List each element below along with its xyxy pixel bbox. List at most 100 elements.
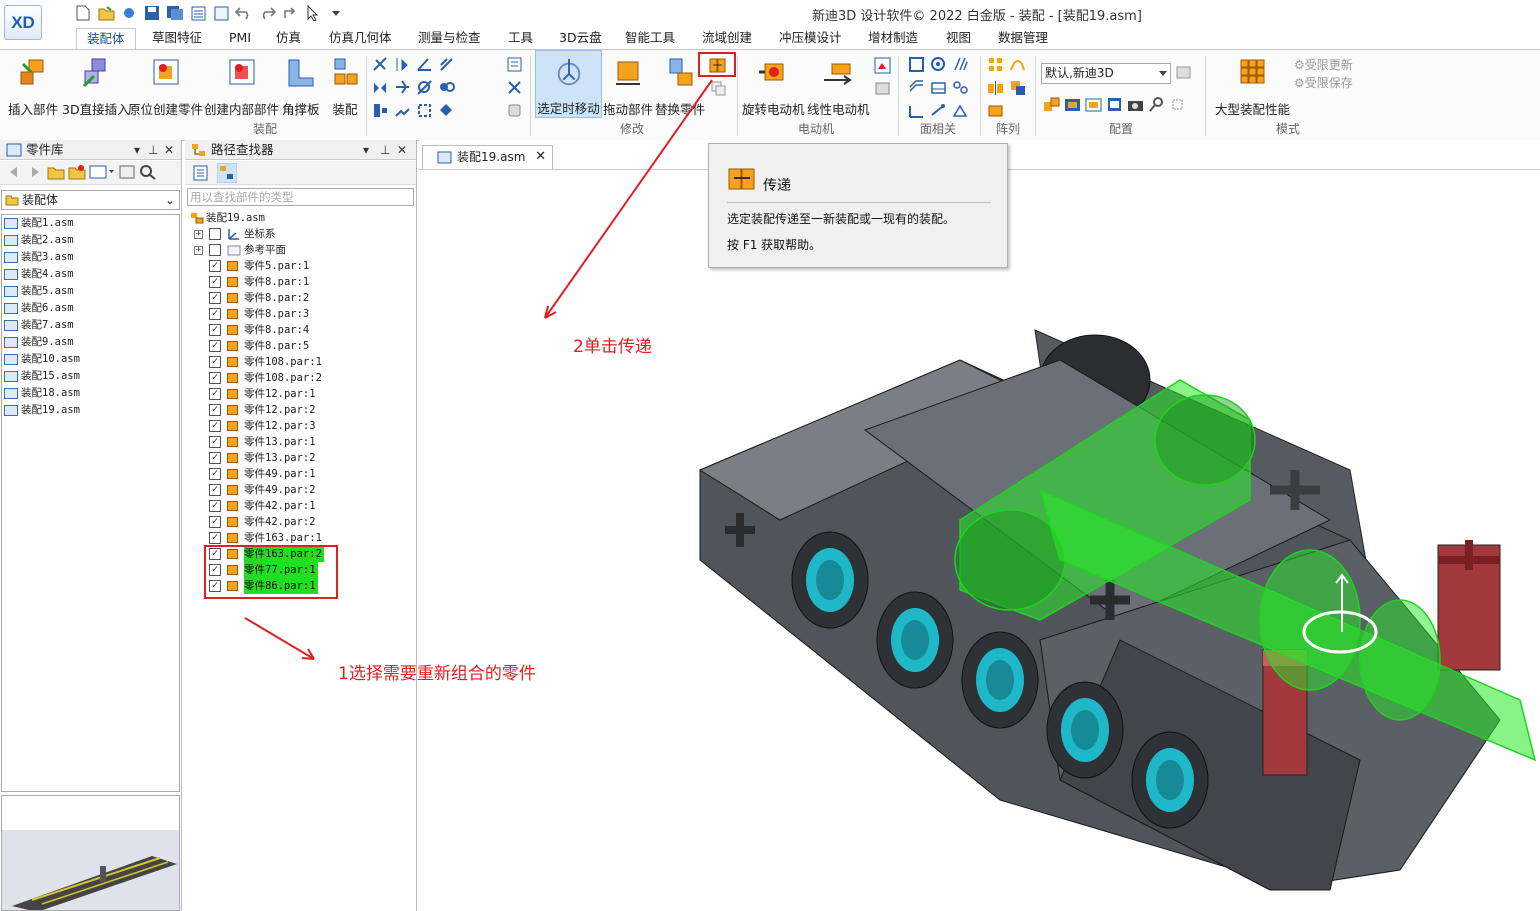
capture-fit-icon[interactable] <box>506 102 523 119</box>
part-visibility-checkbox[interactable]: ✓ <box>209 404 221 416</box>
tree-reference-planes[interactable]: + 参考平面 <box>185 242 417 258</box>
tree-part-row[interactable]: ✓ 零件49.par:2 <box>185 482 417 498</box>
face-tangent-icon[interactable] <box>930 79 947 96</box>
part-visibility-checkbox[interactable]: ✓ <box>209 532 221 544</box>
tab-pmi[interactable]: PMI <box>229 28 251 50</box>
tab-view[interactable]: 视图 <box>946 28 971 50</box>
axial-align-icon[interactable] <box>394 79 411 96</box>
mirror-component-icon[interactable] <box>987 79 1004 96</box>
create-internal-part-button[interactable]: 创建内部部件 <box>204 50 279 118</box>
tab-domain-create[interactable]: 流域创建 <box>702 28 752 50</box>
config-zone-icon[interactable] <box>1085 96 1102 113</box>
mate-icon[interactable] <box>372 56 389 73</box>
tab-simulation[interactable]: 仿真 <box>276 28 301 50</box>
config-assembly-icon[interactable] <box>1043 96 1060 113</box>
pin-icon[interactable]: ⊥ <box>380 140 390 160</box>
planar-align-icon[interactable] <box>394 102 411 119</box>
insert-relation-icon[interactable] <box>372 102 389 119</box>
tab-3d-cloud[interactable]: 3D云盘 <box>559 28 602 50</box>
pattern-extra-icon[interactable] <box>987 102 1004 119</box>
tree-part-row[interactable]: ✓ 零件13.par:1 <box>185 434 417 450</box>
part-visibility-checkbox[interactable]: ✓ <box>209 308 221 320</box>
flash-fit-icon[interactable] <box>506 79 523 96</box>
tab-assembly[interactable]: 装配体 <box>76 28 136 50</box>
symmetric-icon[interactable] <box>372 79 389 96</box>
motor-settings-icon[interactable] <box>874 81 891 96</box>
linear-motor-button[interactable]: 线性电动机 <box>807 50 870 118</box>
relation-list-icon[interactable] <box>506 56 523 73</box>
library-item[interactable]: 装配7.asm <box>2 317 179 334</box>
customize-qat-icon[interactable] <box>327 5 345 22</box>
face-symmetric-icon[interactable] <box>952 79 969 96</box>
disperse-icon[interactable] <box>711 81 726 96</box>
gusset-button[interactable]: 角撑板 <box>282 50 320 118</box>
config-view-icon[interactable] <box>1106 96 1123 113</box>
library-item[interactable]: 装配18.asm <box>2 385 179 402</box>
simulate-motor-icon[interactable] <box>874 57 891 74</box>
part-visibility-checkbox[interactable]: ✓ <box>209 260 221 272</box>
select-cursor-icon[interactable] <box>304 5 322 22</box>
library-item[interactable]: 装配15.asm <box>2 368 179 385</box>
insert-part-button[interactable]: 插入部件 <box>8 50 58 118</box>
along-curve-icon[interactable] <box>1009 56 1026 73</box>
tree-part-row[interactable]: ✓ 零件108.par:1 <box>185 354 417 370</box>
up-folder-icon[interactable] <box>47 164 65 180</box>
library-item[interactable]: 装配6.asm <box>2 300 179 317</box>
face-perpendicular-icon[interactable] <box>908 102 925 119</box>
forward-icon[interactable] <box>26 164 44 180</box>
angle-icon[interactable] <box>416 56 433 73</box>
save-all-icon[interactable] <box>166 5 184 22</box>
coordinate-systems-checkbox[interactable] <box>209 228 221 240</box>
new-file-icon[interactable] <box>74 5 92 22</box>
tree-part-row[interactable]: ✓ 零件5.par:1 <box>185 258 417 274</box>
tree-part-row[interactable]: ✓ 零件8.par:4 <box>185 322 417 338</box>
part-visibility-checkbox[interactable]: ✓ <box>209 324 221 336</box>
gear-relation-icon[interactable] <box>416 102 433 119</box>
parallel-icon[interactable] <box>438 56 455 73</box>
part-visibility-checkbox[interactable]: ✓ <box>209 516 221 528</box>
reference-planes-checkbox[interactable] <box>209 244 221 256</box>
pin-icon[interactable]: ⊥ <box>148 140 158 160</box>
back-icon[interactable] <box>5 164 23 180</box>
tree-part-row[interactable]: ✓ 零件108.par:2 <box>185 370 417 386</box>
large-assembly-performance-button[interactable]: 大型装配性能 <box>1215 50 1290 118</box>
tree-part-row[interactable]: ✓ 零件163.par:1 <box>185 530 417 546</box>
drag-component-button[interactable]: 拖动部件 <box>603 50 653 118</box>
3d-direct-insert-button[interactable]: 3D直接插入 <box>62 50 130 118</box>
config-search-icon[interactable] <box>1148 96 1165 113</box>
library-item[interactable]: 装配19.asm <box>2 402 179 419</box>
tree-view-icon[interactable] <box>217 163 237 183</box>
library-folder-select[interactable]: 装配体 ⌄ <box>1 190 180 210</box>
config-camera-icon[interactable] <box>1127 96 1144 113</box>
part-visibility-checkbox[interactable]: ✓ <box>209 276 221 288</box>
library-item[interactable]: 装配5.asm <box>2 283 179 300</box>
tree-part-row[interactable]: ✓ 零件8.par:5 <box>185 338 417 354</box>
tree-part-row[interactable]: ✓ 零件49.par:1 <box>185 466 417 482</box>
library-item[interactable]: 装配3.asm <box>2 249 179 266</box>
new-folder-icon[interactable] <box>68 164 86 180</box>
library-item[interactable]: 装配4.asm <box>2 266 179 283</box>
connect-icon[interactable] <box>438 79 455 96</box>
tree-part-row[interactable]: ✓ 零件8.par:1 <box>185 274 417 290</box>
tree-part-row[interactable]: ✓ 零件42.par:2 <box>185 514 417 530</box>
config-manage-icon[interactable] <box>1175 64 1192 81</box>
part-visibility-checkbox[interactable]: ✓ <box>209 452 221 464</box>
tree-part-row[interactable]: ✓ 零件13.par:2 <box>185 450 417 466</box>
tree-root[interactable]: 装配19.asm <box>185 210 417 226</box>
view-mode-icon[interactable] <box>89 164 115 180</box>
tab-data-management[interactable]: 数据管理 <box>998 28 1048 50</box>
move-on-select-button[interactable]: 选定时移动 <box>535 50 602 118</box>
duplicate-component-icon[interactable] <box>1009 79 1026 96</box>
component-search-input[interactable]: 用以查找部件的类型 <box>187 188 414 206</box>
sync-icon[interactable] <box>120 5 138 22</box>
config-box-icon[interactable] <box>1169 96 1186 113</box>
part-visibility-checkbox[interactable]: ✓ <box>209 484 221 496</box>
face-offset-icon[interactable] <box>908 56 925 73</box>
close-icon[interactable]: ✕ <box>397 140 407 160</box>
part-visibility-checkbox[interactable]: ✓ <box>209 292 221 304</box>
face-parallel-icon[interactable] <box>952 56 969 73</box>
repeat-icon[interactable] <box>281 5 299 22</box>
part-visibility-checkbox[interactable]: ✓ <box>209 436 221 448</box>
document-icon[interactable] <box>212 5 230 22</box>
limited-update-button[interactable]: ⚙受限更新 <box>1294 56 1353 73</box>
